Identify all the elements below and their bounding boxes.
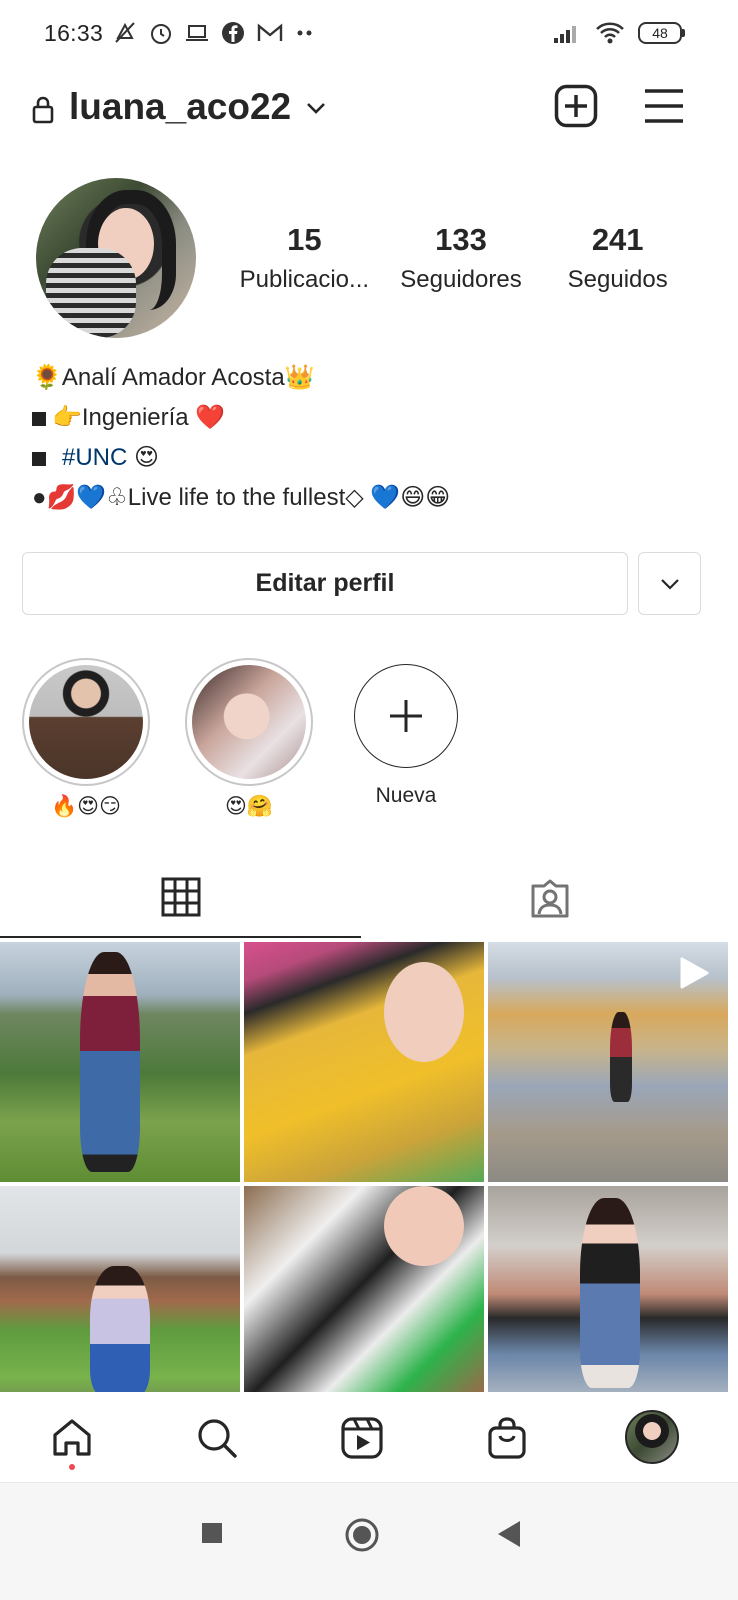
plus-icon: [390, 700, 422, 732]
system-navigation-bar: [0, 1482, 738, 1600]
grid-icon: [161, 877, 200, 917]
new-highlight-circle: [354, 664, 458, 768]
post-thumbnail[interactable]: [0, 942, 240, 1182]
status-icons-right: 48: [552, 20, 685, 46]
post-figure: [384, 962, 464, 1062]
lock-icon: [32, 96, 54, 124]
laptop-icon: [186, 25, 208, 41]
notification-dot: [69, 1464, 75, 1470]
post-figure: [610, 1012, 632, 1102]
stat-followers-value: 133: [435, 222, 487, 257]
stat-followers-label: Seguidores: [400, 266, 522, 293]
highlight-cover: [192, 665, 306, 779]
suggestions-toggle-button[interactable]: [638, 552, 701, 615]
post-thumbnail[interactable]: [488, 1186, 728, 1426]
profile-bio: 🌻Analí Amador Acosta👑 👉Ingeniería ❤️ #UN…: [32, 358, 712, 518]
posts-grid: [0, 942, 738, 1426]
status-icons-left: [112, 20, 316, 46]
tab-tagged[interactable]: [361, 858, 738, 938]
post-figure: [90, 1266, 150, 1396]
menu-button[interactable]: [643, 86, 685, 126]
highlight-ring: [22, 658, 150, 786]
wifi-icon: [596, 22, 624, 44]
battery-icon: 48: [638, 22, 685, 44]
tab-grid[interactable]: [0, 858, 361, 938]
hamburger-menu-icon: [645, 89, 683, 123]
bottom-navigation: [0, 1392, 738, 1482]
stat-following-value: 241: [591, 222, 644, 257]
plus-square-icon: [554, 84, 598, 128]
post-thumbnail[interactable]: [244, 1186, 484, 1426]
gmail-icon: [257, 23, 283, 41]
shop-icon: [488, 1417, 526, 1459]
search-icon: [198, 1419, 237, 1458]
home-icon: [53, 1419, 91, 1456]
new-highlight-button[interactable]: Nueva: [342, 658, 470, 808]
highlight-caption: 🔥😍😏: [51, 795, 121, 818]
highlight-caption: 😍🤗: [224, 795, 274, 818]
status-bar: 16:33 48: [0, 0, 738, 70]
stat-followers[interactable]: 133 Seguidores: [383, 222, 540, 294]
tagged-person-icon: [531, 879, 568, 918]
profile-stats: 15 Publicacio... 133 Seguidores 241 Segu…: [226, 222, 696, 294]
stat-posts[interactable]: 15 Publicacio...: [226, 222, 383, 294]
square-bullet-icon: [32, 411, 46, 426]
signal-icon: [554, 26, 576, 43]
new-post-button[interactable]: [554, 84, 598, 128]
facebook-icon: [222, 22, 244, 44]
status-time: 16:33: [44, 20, 104, 46]
reel-play-icon: [680, 957, 709, 989]
bio-line-3: #UNC 😍: [32, 438, 712, 478]
profile-avatar: [625, 1410, 679, 1464]
story-highlight[interactable]: 😍🤗: [185, 658, 313, 822]
stat-following[interactable]: 241 Seguidos: [539, 222, 696, 294]
username[interactable]: luana_aco22: [69, 86, 291, 128]
stat-posts-label: Publicacio...: [239, 266, 370, 293]
bio-line-3-emoji: 😍: [134, 444, 160, 471]
post-figure: [384, 1186, 464, 1266]
edit-profile-button[interactable]: Editar perfil: [22, 552, 628, 615]
nav-shop[interactable]: [483, 1414, 531, 1462]
chevron-down-icon: [660, 578, 679, 590]
bio-line-4: ●💋💙♧Live life to the fullest◇ 💙😄😁: [32, 484, 451, 511]
stat-posts-value: 15: [287, 222, 322, 257]
nav-reels[interactable]: [338, 1414, 386, 1462]
stat-following-label: Seguidos: [567, 266, 668, 293]
profile-tabs: [0, 858, 738, 938]
bio-line-2: 👉Ingeniería ❤️: [32, 398, 712, 438]
mute-icon: [115, 22, 135, 43]
post-thumbnail[interactable]: [0, 1186, 240, 1426]
avatar-shirt: [46, 248, 136, 338]
highlight-cover: [29, 665, 143, 779]
bio-hashtag-link[interactable]: #UNC: [62, 444, 127, 471]
square-bullet-icon: [32, 451, 46, 466]
bio-line-2-text: 👉Ingeniería ❤️: [52, 404, 226, 431]
new-highlight-label: Nueva: [375, 784, 437, 807]
nav-profile[interactable]: [624, 1409, 680, 1465]
post-thumbnail[interactable]: [488, 942, 728, 1182]
highlight-ring: [185, 658, 313, 786]
recents-square-icon[interactable]: [200, 1521, 224, 1545]
nav-home[interactable]: [48, 1414, 96, 1462]
alarm-icon: [151, 24, 171, 44]
bio-name: 🌻Analí Amador Acosta👑: [32, 364, 315, 391]
post-figure: [80, 952, 140, 1172]
post-thumbnail[interactable]: [244, 942, 484, 1182]
back-triangle-icon[interactable]: [496, 1519, 522, 1549]
home-circle-icon[interactable]: [344, 1517, 380, 1553]
chevron-down-icon[interactable]: [305, 100, 327, 116]
profile-header: luana_aco22: [0, 78, 738, 142]
profile-avatar[interactable]: [36, 178, 196, 338]
more-dots-icon: [297, 30, 312, 36]
story-highlight[interactable]: 🔥😍😏: [22, 658, 150, 822]
nav-search[interactable]: [193, 1414, 241, 1462]
post-figure: [580, 1198, 640, 1388]
reels-icon: [341, 1417, 383, 1459]
